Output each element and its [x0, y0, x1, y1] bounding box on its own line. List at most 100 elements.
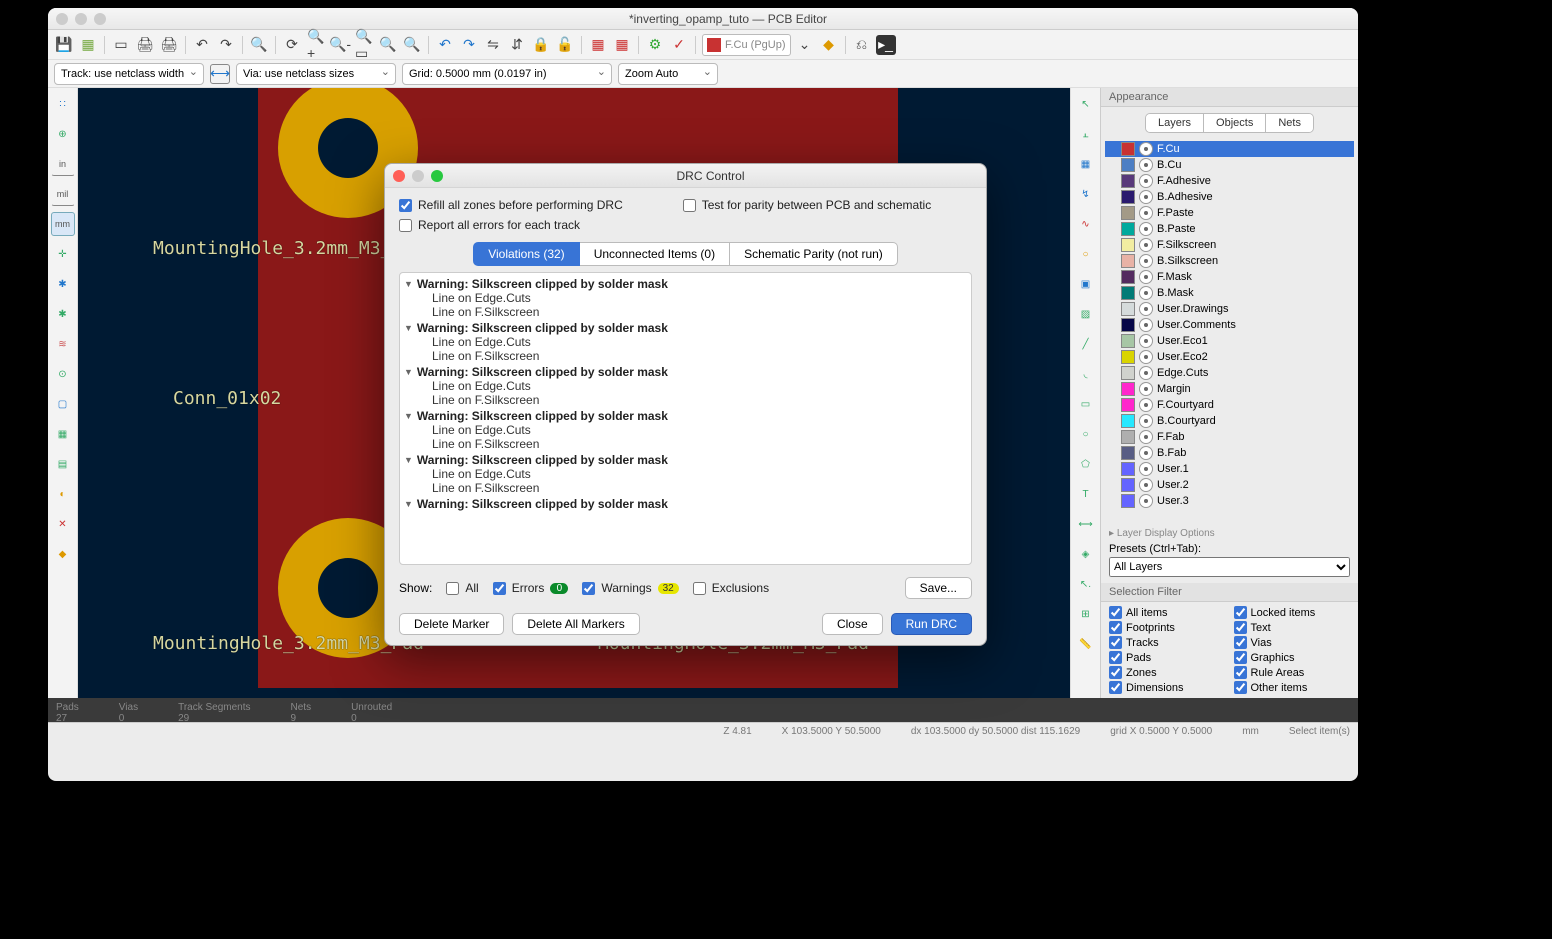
zoom-fit-icon[interactable]: 🔍▭ — [354, 35, 374, 55]
layer-row[interactable]: B.Cu — [1105, 157, 1354, 173]
layer-row[interactable]: Margin — [1105, 381, 1354, 397]
measure-icon[interactable]: 📏 — [1074, 632, 1098, 656]
layer-row[interactable]: User.1 — [1105, 461, 1354, 477]
filter-checkbox[interactable]: Pads — [1109, 651, 1226, 664]
layer-color-swatch[interactable] — [1121, 462, 1135, 476]
filter-checkbox[interactable]: Other items — [1234, 681, 1351, 694]
delete-all-markers-button[interactable]: Delete All Markers — [512, 613, 639, 635]
violation-detail[interactable]: Line on Edge.Cuts — [404, 423, 967, 437]
layer-row[interactable]: B.Silkscreen — [1105, 253, 1354, 269]
find-icon[interactable]: 🔍 — [249, 35, 269, 55]
layer-list[interactable]: ▶ F.Cu B.Cu F.Adhesive B.Adhesive F.Past… — [1101, 139, 1358, 526]
layers-icon[interactable]: ◆ — [51, 542, 75, 566]
layer-color-swatch[interactable] — [1121, 190, 1135, 204]
flip-h-icon[interactable]: ⇋ — [483, 35, 503, 55]
unit-mil-button[interactable]: mil — [51, 182, 75, 206]
layer-color-swatch[interactable] — [1121, 270, 1135, 284]
refresh-icon[interactable]: ⟳ — [282, 35, 302, 55]
layer-color-swatch[interactable] — [1121, 206, 1135, 220]
contrast-icon[interactable]: ◐ — [51, 482, 75, 506]
visibility-toggle-icon[interactable] — [1139, 270, 1153, 284]
tab-unconnected[interactable]: Unconnected Items (0) — [580, 242, 730, 266]
delete-marker-button[interactable]: Delete Marker — [399, 613, 504, 635]
violation-detail[interactable]: Line on F.Silkscreen — [404, 305, 967, 319]
show-errors-checkbox[interactable]: Errors 0 — [493, 581, 569, 595]
violation-detail[interactable]: Line on F.Silkscreen — [404, 393, 967, 407]
rotate-cw-icon[interactable]: ↷ — [459, 35, 479, 55]
polar-coord-icon[interactable]: ⊕ — [51, 122, 75, 146]
visibility-toggle-icon[interactable] — [1139, 238, 1153, 252]
tab-objects[interactable]: Objects — [1203, 114, 1265, 132]
layer-color-swatch[interactable] — [1121, 446, 1135, 460]
layer-color-swatch[interactable] — [1121, 334, 1135, 348]
show-exclusions-checkbox[interactable]: Exclusions — [693, 581, 769, 595]
footprint-browser-icon[interactable]: ▦ — [612, 35, 632, 55]
add-arc-icon[interactable]: ◟ — [1074, 362, 1098, 386]
tab-nets[interactable]: Nets — [1265, 114, 1313, 132]
layer-color-swatch[interactable] — [1121, 430, 1135, 444]
add-text-icon[interactable]: T — [1074, 482, 1098, 506]
layer-color-swatch[interactable] — [1121, 142, 1135, 156]
layer-color-swatch[interactable] — [1121, 494, 1135, 508]
layer-row[interactable]: User.Eco2 — [1105, 349, 1354, 365]
filter-checkbox[interactable]: Vias — [1234, 636, 1351, 649]
visibility-toggle-icon[interactable] — [1139, 142, 1153, 156]
pad-number-icon[interactable]: ▤ — [51, 452, 75, 476]
layer-row[interactable]: B.Adhesive — [1105, 189, 1354, 205]
footprint-editor-icon[interactable]: ▦ — [588, 35, 608, 55]
violation-header[interactable]: ▼Warning: Silkscreen clipped by solder m… — [404, 453, 967, 467]
refill-zones-checkbox[interactable]: Refill all zones before performing DRC — [399, 198, 623, 212]
zoom-in-icon[interactable]: 🔍+ — [306, 35, 326, 55]
zoom-select[interactable]: Zoom Auto — [618, 63, 718, 85]
unit-mm-button[interactable]: mm — [51, 212, 75, 236]
layer-row[interactable]: F.Adhesive — [1105, 173, 1354, 189]
violation-header[interactable]: ▼Warning: Silkscreen clipped by solder m… — [404, 497, 967, 511]
route-track-icon[interactable]: ↯ — [1074, 182, 1098, 206]
layer-row[interactable]: User.Eco1 — [1105, 333, 1354, 349]
visibility-toggle-icon[interactable] — [1139, 350, 1153, 364]
visibility-toggle-icon[interactable] — [1139, 286, 1153, 300]
save-icon[interactable]: 💾 — [54, 35, 74, 55]
layer-row[interactable]: B.Fab — [1105, 445, 1354, 461]
layer-color-swatch[interactable] — [1121, 174, 1135, 188]
cursor-shape-icon[interactable]: ✛ — [51, 242, 75, 266]
layer-color-swatch[interactable] — [1121, 302, 1135, 316]
add-polygon-icon[interactable]: ⬠ — [1074, 452, 1098, 476]
filter-checkbox[interactable]: Footprints — [1109, 621, 1226, 634]
violation-header[interactable]: ▼Warning: Silkscreen clipped by solder m… — [404, 321, 967, 335]
track-width-select[interactable]: Track: use netclass width — [54, 63, 204, 85]
violation-detail[interactable]: Line on Edge.Cuts — [404, 379, 967, 393]
visibility-toggle-icon[interactable] — [1139, 318, 1153, 332]
violation-detail[interactable]: Line on Edge.Cuts — [404, 291, 967, 305]
layer-row[interactable]: B.Courtyard — [1105, 413, 1354, 429]
ratsnest-icon[interactable]: ✱ — [51, 272, 75, 296]
layer-color-swatch[interactable] — [1121, 366, 1135, 380]
via-size-select[interactable]: Via: use netclass sizes — [236, 63, 396, 85]
page-settings-icon[interactable]: ▭ — [111, 35, 131, 55]
layer-color-swatch[interactable] — [1121, 398, 1135, 412]
violation-detail[interactable]: Line on F.Silkscreen — [404, 481, 967, 495]
layer-color-swatch[interactable] — [1121, 382, 1135, 396]
via-display-icon[interactable]: ⊙ — [51, 362, 75, 386]
visibility-toggle-icon[interactable] — [1139, 190, 1153, 204]
visibility-toggle-icon[interactable] — [1139, 494, 1153, 508]
visibility-toggle-icon[interactable] — [1139, 414, 1153, 428]
layer-row[interactable]: User.2 — [1105, 477, 1354, 493]
layer-row[interactable]: F.Silkscreen — [1105, 237, 1354, 253]
layer-color-swatch[interactable] — [1121, 238, 1135, 252]
pad-display-icon[interactable]: ▢ — [51, 392, 75, 416]
grid-toggle-icon[interactable]: ∷ — [51, 92, 75, 116]
tab-layers[interactable]: Layers — [1146, 114, 1203, 132]
grid-select[interactable]: Grid: 0.5000 mm (0.0197 in) — [402, 63, 612, 85]
local-ratsnest-icon[interactable]: ▦ — [1074, 152, 1098, 176]
select-tool-icon[interactable]: ↖ — [1074, 92, 1098, 116]
show-warnings-checkbox[interactable]: Warnings 32 — [582, 581, 678, 595]
report-all-errors-checkbox[interactable]: Report all errors for each track — [399, 218, 972, 232]
flip-v-icon[interactable]: ⇵ — [507, 35, 527, 55]
filter-checkbox[interactable]: Locked items — [1234, 606, 1351, 619]
violation-detail[interactable]: Line on F.Silkscreen — [404, 349, 967, 363]
close-button[interactable]: Close — [822, 613, 883, 635]
console-icon[interactable]: ▸_ — [876, 35, 896, 55]
tab-schematic-parity[interactable]: Schematic Parity (not run) — [730, 242, 898, 266]
track-width-auto-icon[interactable]: ⟷ — [210, 64, 230, 84]
